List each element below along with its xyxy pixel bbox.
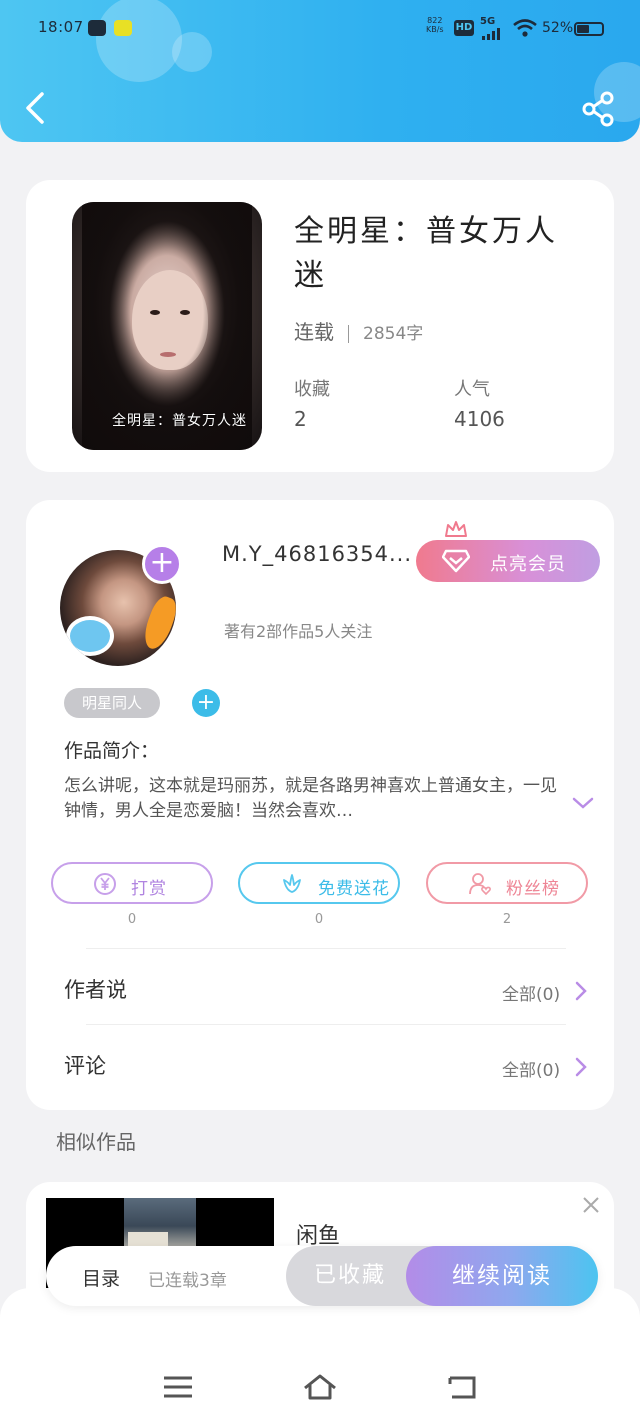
back-button[interactable] [20, 88, 50, 128]
hd-icon: HD [454, 20, 474, 36]
send-flower-button[interactable]: 免费送花 [238, 862, 400, 904]
diamond-icon [442, 549, 470, 573]
status-bar: 18:07 822 KB/s HD 5G 52% [0, 0, 640, 58]
net-speed-unit: KB/s [426, 25, 444, 34]
user-heart-icon [469, 873, 491, 896]
signal-icon [482, 28, 500, 40]
author-card: + M.Y_46816354... 点亮会员 著有2部作品5人关注 明星同人 +… [26, 500, 614, 1110]
follow-author-button[interactable]: + [142, 544, 182, 584]
author-says-count: 全部(0) [502, 985, 561, 1005]
intro-label: 作品简介： [64, 740, 160, 762]
chevron-right-icon [575, 1057, 587, 1077]
app-notification-icon [88, 20, 106, 36]
book-title: 全明星：普女万人迷 [294, 214, 558, 293]
tip-count: 0 [127, 912, 137, 927]
comments-count: 全部(0) [502, 1061, 561, 1081]
chevron-right-icon [575, 981, 587, 1001]
favorites-value: 2 [294, 407, 307, 431]
header: 18:07 822 KB/s HD 5G 52% [0, 0, 640, 142]
toc-button[interactable]: 目录 [82, 1264, 120, 1291]
network-label: 5G [480, 16, 496, 27]
status-time: 18:07 [38, 18, 84, 36]
cover-caption: 全明星：普女万人迷 [112, 413, 247, 429]
book-status-line: 连载 2854字 [294, 316, 423, 345]
crown-icon [445, 521, 467, 537]
author-says-label: 作者说 [64, 978, 127, 1002]
yen-coin-icon [94, 873, 116, 895]
popularity-value: 4106 [454, 407, 505, 431]
tip-button-label: 打赏 [131, 879, 167, 899]
genre-tag[interactable]: 明星同人 [64, 688, 160, 718]
close-icon[interactable] [582, 1196, 600, 1214]
net-speed-value: 822 [427, 16, 443, 25]
send-flower-label: 免费送花 [318, 879, 390, 899]
system-nav-bar [0, 1288, 640, 1428]
popularity-label: 人气 [454, 379, 490, 400]
back-nav-icon[interactable] [444, 1372, 480, 1402]
continue-reading-button[interactable]: 继续阅读 [406, 1246, 598, 1306]
book-info-card: 全明星：普女万人迷 全明星：普女万人迷 连载 2854字 收藏 2 人气 4106 [26, 180, 614, 472]
cover-eye [180, 310, 190, 315]
app-notification-icon [114, 20, 132, 36]
home-icon[interactable] [302, 1372, 338, 1402]
flower-count: 0 [314, 912, 324, 927]
chapter-count: 已连载3章 [148, 1271, 227, 1291]
battery-icon [574, 22, 604, 36]
author-meta: 著有2部作品5人关注 [224, 622, 373, 641]
cover-eye [150, 310, 160, 315]
avatar-fish-frame [139, 593, 176, 653]
add-tag-button[interactable]: + [192, 689, 220, 717]
author-name[interactable]: M.Y_46816354... [222, 542, 412, 566]
author-avatar-wrap: + [60, 544, 182, 666]
intro-text: 怎么讲呢，这本就是玛丽苏，就是各路男神喜欢上普通女主，一见钟情，男人全是恋爱脑！… [64, 776, 557, 821]
battery-percent: 52% [542, 20, 574, 36]
fan-count: 2 [502, 912, 512, 927]
book-status: 连载 [294, 320, 334, 344]
fan-rank-button[interactable]: 粉丝榜 [426, 862, 588, 904]
book-cover[interactable]: 全明星：普女万人迷 [72, 202, 262, 450]
chevron-down-icon[interactable] [572, 796, 594, 810]
word-count: 2854字 [363, 324, 424, 344]
menu-icon[interactable] [160, 1372, 196, 1402]
tip-button[interactable]: 打赏 [51, 862, 213, 904]
divider [86, 1024, 566, 1025]
comments-label: 评论 [64, 1054, 106, 1078]
flower-icon [283, 874, 301, 893]
vip-button-label: 点亮会员 [490, 554, 566, 575]
avatar-wave-frame [66, 616, 114, 656]
favorites-label: 收藏 [294, 379, 330, 400]
share-button[interactable] [580, 90, 618, 128]
divider [348, 324, 349, 343]
cover-mouth [160, 352, 176, 357]
net-speed: 822 KB/s [426, 16, 444, 34]
fan-rank-label: 粉丝榜 [506, 879, 560, 899]
vip-button[interactable]: 点亮会员 [416, 540, 600, 582]
wifi-icon [513, 19, 537, 37]
similar-section-title: 相似作品 [56, 1130, 136, 1154]
reading-action-bar: 目录 已连载3章 已收藏 继续阅读 [46, 1246, 598, 1306]
divider [86, 948, 566, 949]
